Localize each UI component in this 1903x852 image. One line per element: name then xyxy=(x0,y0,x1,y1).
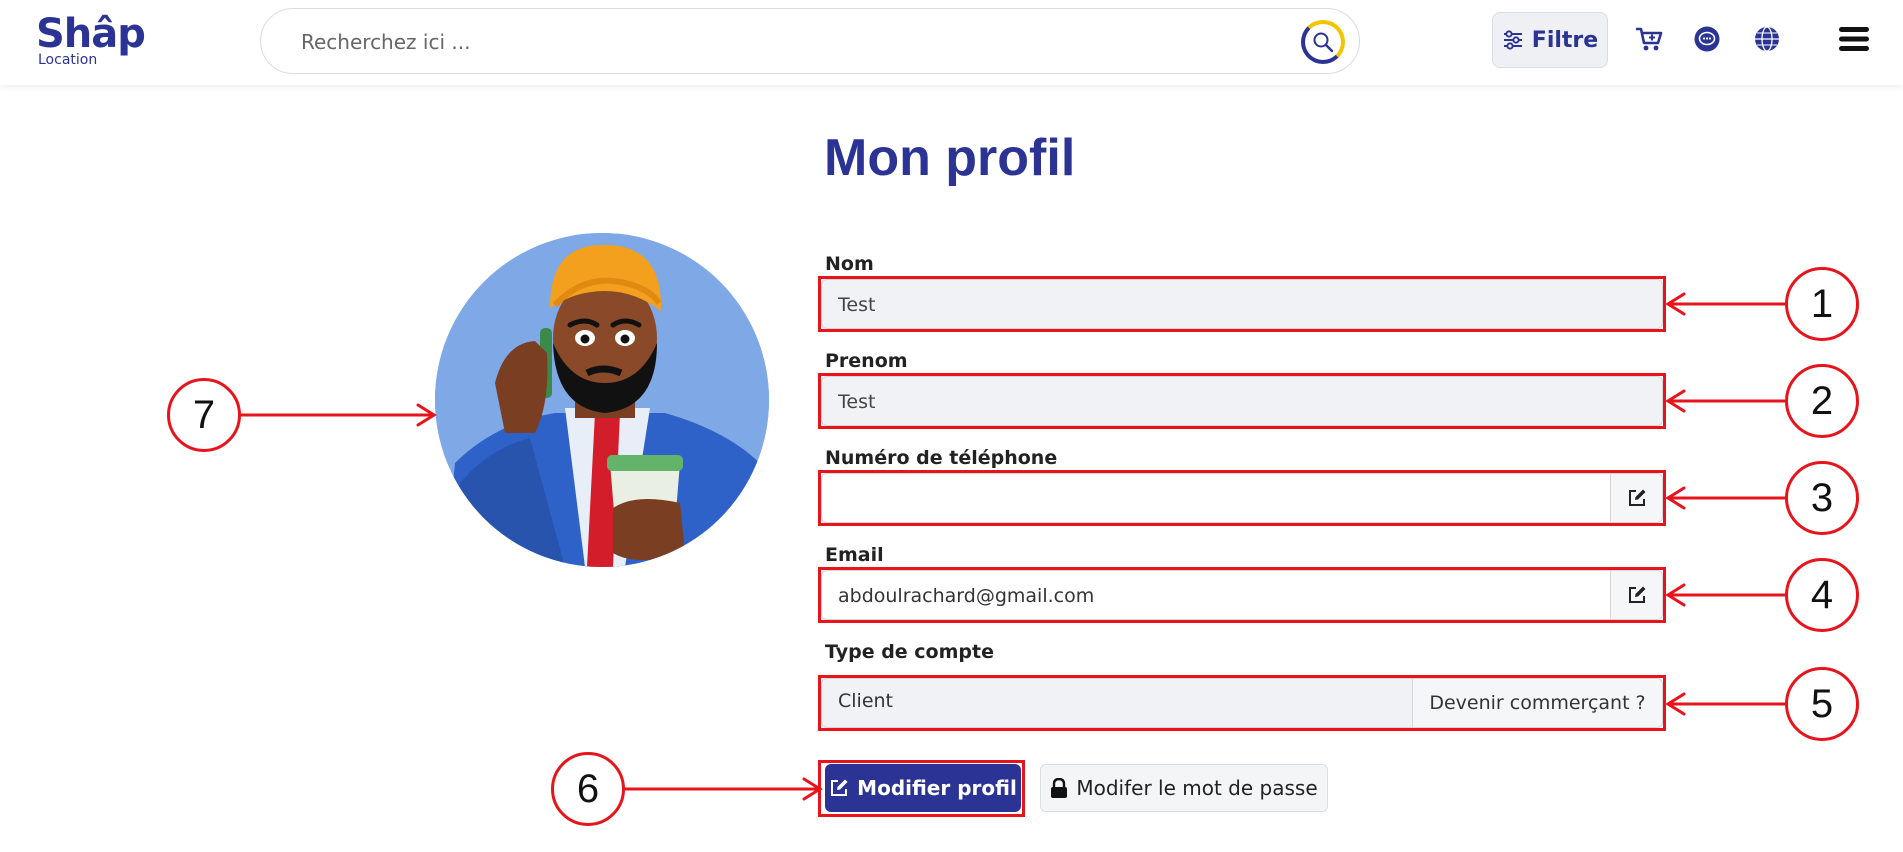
annotation-badge-5: 5 xyxy=(1785,667,1859,741)
annotation-arrows xyxy=(238,292,1788,801)
annotation-badge-4: 4 xyxy=(1785,558,1859,632)
annotation-badge-6: 6 xyxy=(551,752,625,826)
annotation-badge-2: 2 xyxy=(1785,364,1859,438)
annotation-badge-3: 3 xyxy=(1785,461,1859,535)
annotation-badge-1: 1 xyxy=(1785,267,1859,341)
annotation-badge-7: 7 xyxy=(167,378,241,452)
